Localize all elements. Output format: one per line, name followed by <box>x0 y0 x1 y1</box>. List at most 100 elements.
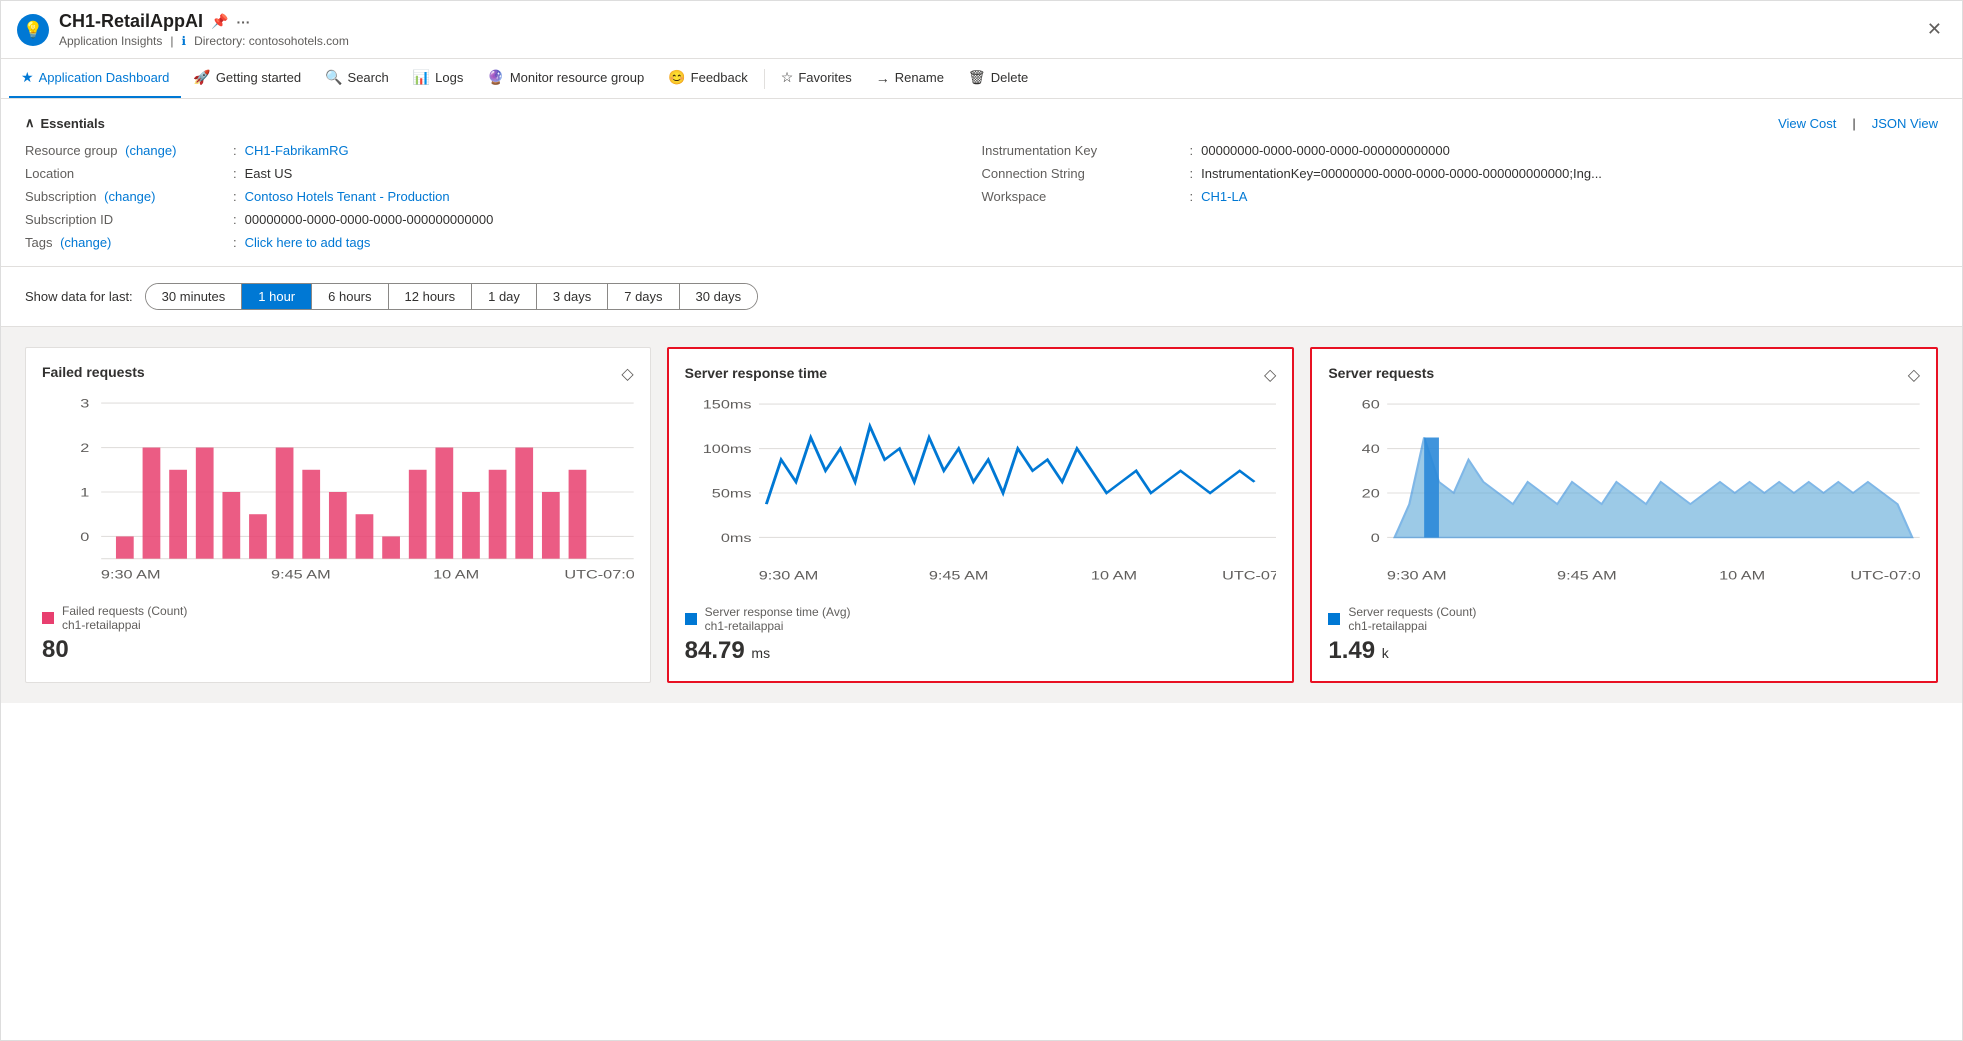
essentials-row-subscription-id: Subscription ID : 00000000-0000-0000-000… <box>25 212 982 227</box>
time-pill-1day[interactable]: 1 day <box>472 284 537 309</box>
change-tags[interactable]: (change) <box>60 235 111 250</box>
change-subscription[interactable]: (change) <box>104 189 155 204</box>
legend-label-server-requests: Server requests (Count) ch1-retailappai <box>1348 605 1476 633</box>
nav-item-monitor-resource-group[interactable]: 🔮 Monitor resource group <box>475 59 656 98</box>
more-icon[interactable]: ··· <box>236 14 250 30</box>
time-pill-3days[interactable]: 3 days <box>537 284 608 309</box>
nav-item-search[interactable]: 🔍 Search <box>313 59 401 98</box>
chart-value-failed-requests: 80 <box>42 636 634 664</box>
label-tags: Tags (change) <box>25 235 225 250</box>
chart-title-failed-requests: Failed requests <box>42 364 634 380</box>
value-instrumentation-key: 00000000-0000-0000-0000-000000000000 <box>1201 143 1450 158</box>
time-pill-30days[interactable]: 30 days <box>680 284 758 309</box>
essentials-row-resource-group: Resource group (change) : CH1-FabrikamRG <box>25 143 982 158</box>
nav-item-favorites[interactable]: ☆ Favorites <box>769 59 864 98</box>
legend-metric-failed-requests: Failed requests (Count) <box>62 604 187 618</box>
title-subtitle: Application Insights | ℹ Directory: cont… <box>59 34 1913 48</box>
nav-label-favorites: Favorites <box>798 70 851 85</box>
time-pill-6hours[interactable]: 6 hours <box>312 284 388 309</box>
nav-item-feedback[interactable]: 😊 Feedback <box>656 59 760 98</box>
svg-text:100ms: 100ms <box>702 443 751 457</box>
essentials-right: Instrumentation Key : 00000000-0000-0000… <box>982 143 1939 250</box>
time-filter-section: Show data for last: 30 minutes 1 hour 6 … <box>1 267 1962 327</box>
close-button[interactable]: ✕ <box>1923 15 1946 44</box>
chart-value-number-failed: 80 <box>42 636 69 663</box>
essentials-section: ∧ Essentials View Cost | JSON View Resou… <box>1 99 1962 267</box>
svg-text:UTC-07:00: UTC-07:00 <box>564 568 633 582</box>
essentials-grid: Resource group (change) : CH1-FabrikamRG… <box>25 143 1938 250</box>
essentials-title-text: Essentials <box>41 116 105 131</box>
essentials-actions: View Cost | JSON View <box>1778 116 1938 131</box>
info-icon[interactable]: ℹ <box>182 34 187 48</box>
monitor-icon: 🔮 <box>487 69 504 86</box>
value-connection-string: InstrumentationKey=00000000-0000-0000-00… <box>1201 166 1602 181</box>
legend-metric-server-requests: Server requests (Count) <box>1348 605 1476 619</box>
title-divider: | <box>170 34 173 48</box>
change-resource-group[interactable]: (change) <box>125 143 176 158</box>
essentials-collapse-icon[interactable]: ∧ <box>25 115 35 131</box>
nav-item-app-dashboard[interactable]: ★ Application Dashboard <box>9 59 181 98</box>
nav-label-app-dashboard: Application Dashboard <box>39 70 170 85</box>
rename-icon: → <box>876 70 890 86</box>
search-icon: 🔍 <box>325 69 342 86</box>
nav-label-getting-started: Getting started <box>216 70 301 85</box>
nav-bar: ★ Application Dashboard 🚀 Getting starte… <box>1 59 1962 99</box>
svg-text:0ms: 0ms <box>721 532 752 546</box>
time-pill-1hour[interactable]: 1 hour <box>242 284 312 309</box>
legend-sub-failed-requests: ch1-retailappai <box>62 618 187 632</box>
value-tags[interactable]: Click here to add tags <box>245 235 371 250</box>
rocket-icon: 🚀 <box>193 69 210 86</box>
app-title: CH1-RetailAppAI 📌 ··· <box>59 11 1913 32</box>
label-instrumentation-key: Instrumentation Key <box>982 143 1182 158</box>
label-location: Location <box>25 166 225 181</box>
nav-item-delete[interactable]: 🗑 Delete <box>956 59 1040 98</box>
pin-server-requests[interactable]: ◇ <box>1908 365 1920 385</box>
label-resource-group: Resource group (change) <box>25 143 225 158</box>
legend-failed-requests: Failed requests (Count) ch1-retailappai <box>42 604 634 632</box>
svg-text:9:30 AM: 9:30 AM <box>758 569 818 583</box>
view-cost-link[interactable]: View Cost <box>1778 116 1836 131</box>
time-pill-7days[interactable]: 7 days <box>608 284 679 309</box>
legend-label-server-response: Server response time (Avg) ch1-retailapp… <box>705 605 851 633</box>
pin-icon[interactable]: 📌 <box>211 13 228 30</box>
time-pill-12hours[interactable]: 12 hours <box>389 284 473 309</box>
label-subscription-id: Subscription ID <box>25 212 225 227</box>
essentials-row-location: Location : East US <box>25 166 982 181</box>
chart-value-server-requests: 1.49 k <box>1328 637 1920 665</box>
time-pill-30min[interactable]: 30 minutes <box>146 284 243 309</box>
value-subscription[interactable]: Contoso Hotels Tenant - Production <box>245 189 450 204</box>
chart-title-server-response-time: Server response time <box>685 365 1277 381</box>
svg-text:0: 0 <box>1371 532 1380 546</box>
label-subscription: Subscription (change) <box>25 189 225 204</box>
chart-value-server-response: 84.79 ms <box>685 637 1277 665</box>
value-workspace[interactable]: CH1-LA <box>1201 189 1247 204</box>
essentials-row-workspace: Workspace : CH1-LA <box>982 189 1939 204</box>
svg-text:1: 1 <box>80 486 89 500</box>
failed-requests-svg: 3 2 1 0 <box>42 392 634 592</box>
value-resource-group[interactable]: CH1-FabrikamRG <box>245 143 349 158</box>
legend-color-server-requests <box>1328 613 1340 625</box>
nav-item-rename[interactable]: → Rename <box>864 60 956 98</box>
nav-label-rename: Rename <box>895 70 944 85</box>
chart-value-number-requests: 1.49 <box>1328 637 1375 664</box>
essentials-row-tags: Tags (change) : Click here to add tags <box>25 235 982 250</box>
chart-value-unit-requests: k <box>1382 645 1389 661</box>
json-view-link[interactable]: JSON View <box>1872 116 1938 131</box>
title-info: CH1-RetailAppAI 📌 ··· Application Insigh… <box>59 11 1913 48</box>
svg-text:40: 40 <box>1362 443 1380 457</box>
essentials-header: ∧ Essentials View Cost | JSON View <box>25 115 1938 131</box>
legend-color-failed-requests <box>42 612 54 624</box>
pin-failed-requests[interactable]: ◇ <box>621 364 633 384</box>
nav-item-getting-started[interactable]: 🚀 Getting started <box>181 59 313 98</box>
feedback-icon: 😊 <box>668 69 685 86</box>
chart-area-failed-requests: 3 2 1 0 <box>42 392 634 592</box>
nav-item-logs[interactable]: 📊 Logs <box>401 59 476 98</box>
essentials-row-connection-string: Connection String : InstrumentationKey=0… <box>982 166 1939 181</box>
pin-server-response-time[interactable]: ◇ <box>1264 365 1276 385</box>
svg-text:2: 2 <box>80 442 89 456</box>
delete-icon: 🗑 <box>968 69 986 86</box>
time-pill-group: 30 minutes 1 hour 6 hours 12 hours 1 day… <box>145 283 758 310</box>
time-filter-label: Show data for last: <box>25 289 133 304</box>
svg-text:UTC-07:00: UTC-07:00 <box>1851 569 1920 583</box>
svg-text:3: 3 <box>80 397 89 411</box>
